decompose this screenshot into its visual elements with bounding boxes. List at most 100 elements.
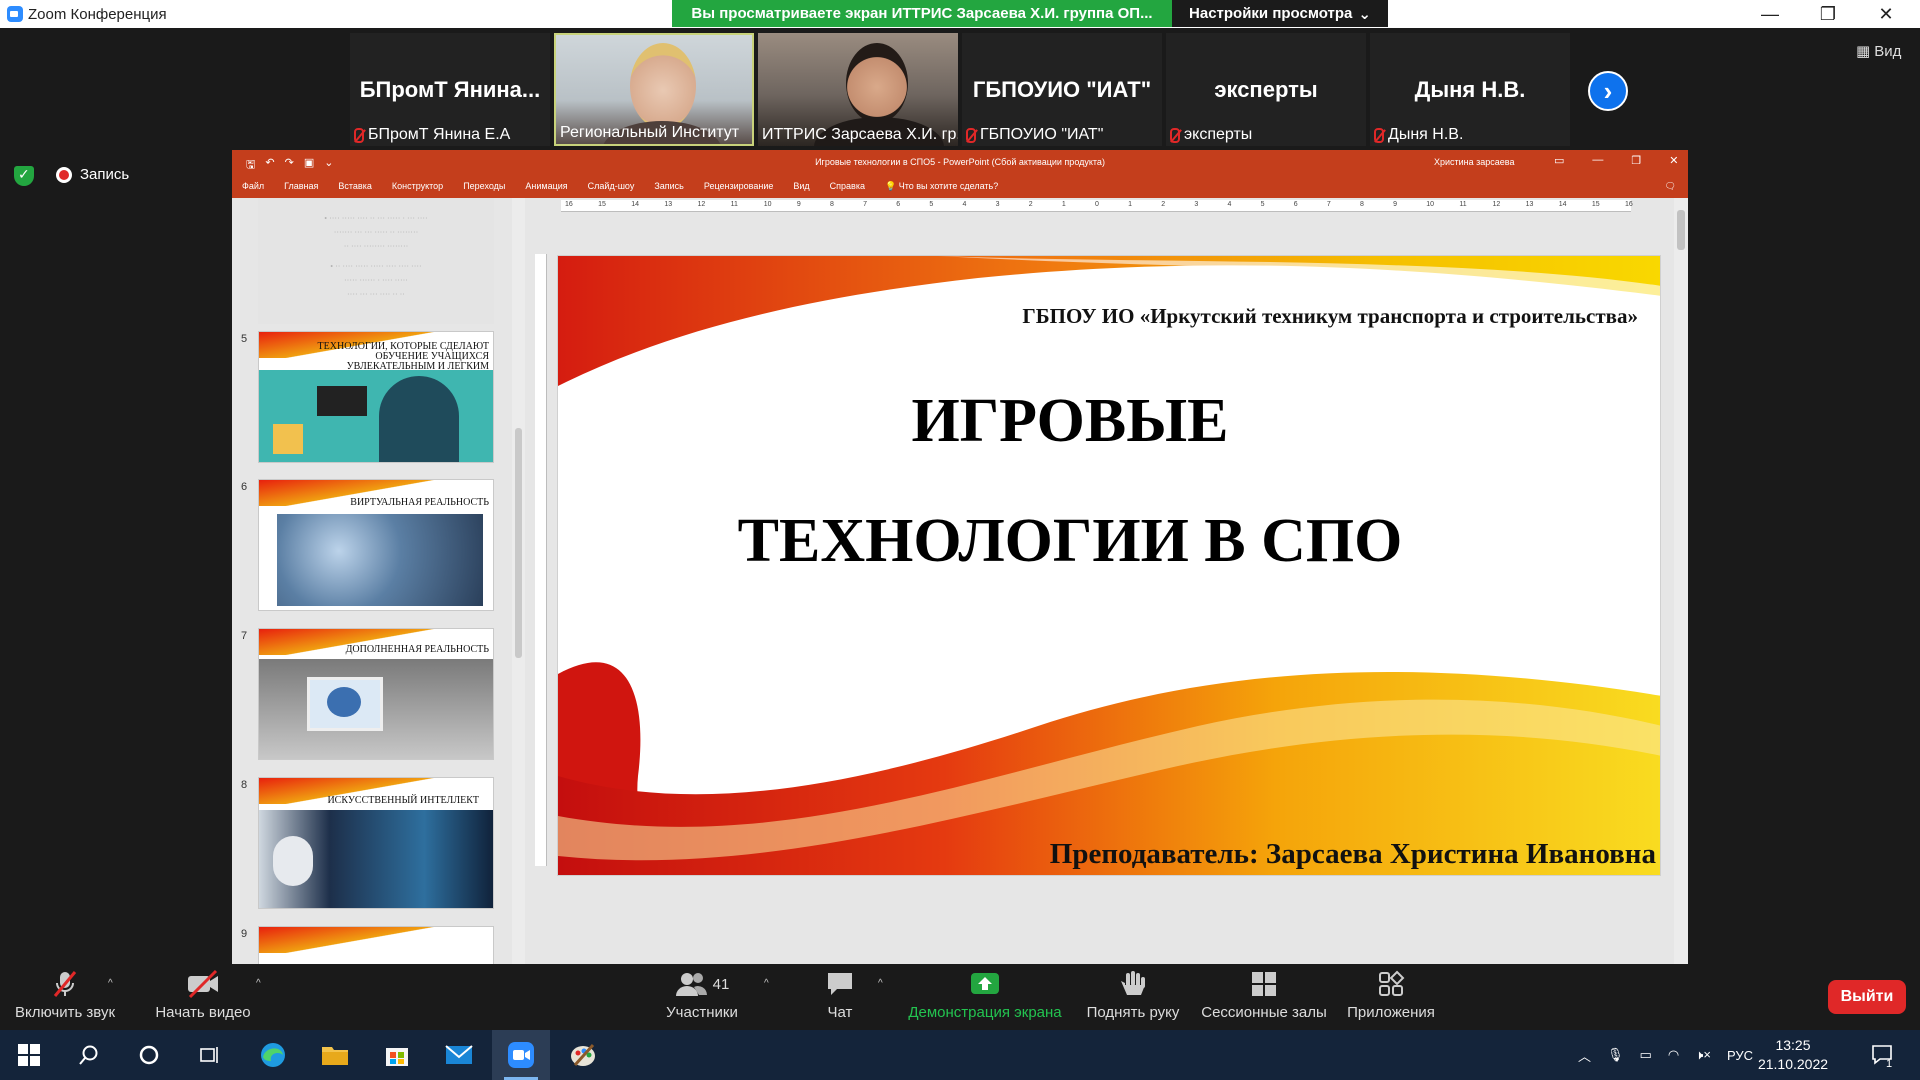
ruler-tick-label: 1 <box>1128 201 1133 208</box>
participant-tile[interactable]: Дыня Н.В. Дыня Н.В. <box>1370 33 1570 146</box>
ribbon-tab-design[interactable]: Конструктор <box>392 181 443 191</box>
breakout-rooms-icon <box>1250 964 1278 1004</box>
slide-thumbnail[interactable]: ИСКУССТВЕННЫЙ ИНТЕЛЛЕКТ <box>258 777 494 909</box>
wifi-icon[interactable]: ◠ <box>1668 1047 1679 1063</box>
participant-label-text: БПромТ Янина Е.А <box>368 126 511 143</box>
leave-meeting-button[interactable]: Выйти <box>1828 980 1906 1014</box>
participant-tile[interactable]: эксперты эксперты <box>1166 33 1366 146</box>
slide-organization: ГБПОУ ИО «Иркутский техникум транспорта … <box>1022 304 1638 328</box>
recording-label: Запись <box>80 166 130 183</box>
ribbon-tab-help[interactable]: Справка <box>830 181 865 191</box>
slide-title-line2: ТЕХНОЛОГИИ В СПО <box>737 507 1403 575</box>
mic-muted-icon <box>1374 127 1384 143</box>
system-tray: ︿ 🎙 ▭ ◠ 🕨× РУС <box>1578 1030 1753 1080</box>
taskbar-file-explorer[interactable] <box>306 1030 364 1080</box>
editor-scrollbar[interactable] <box>1674 198 1688 964</box>
thumbnail-scrollbar[interactable] <box>512 198 525 964</box>
minimize-window-button[interactable]: — <box>1742 0 1798 28</box>
audio-options-caret-icon[interactable]: ^ <box>108 978 113 989</box>
restore-window-button[interactable]: ❐ <box>1800 0 1856 28</box>
taskbar-mail[interactable] <box>430 1030 488 1080</box>
view-options-button[interactable]: Настройки просмотра ⌄ <box>1172 0 1388 27</box>
scrollbar-thumb[interactable] <box>1677 210 1685 250</box>
participants-button[interactable]: 41 Участники <box>656 964 748 1030</box>
battery-icon[interactable]: ▭ <box>1640 1047 1652 1063</box>
restore-icon[interactable]: ❐ <box>1631 154 1641 167</box>
taskbar-clock[interactable]: 13:25 21.10.2022 <box>1756 1036 1830 1074</box>
ruler-tick-label: 12 <box>1492 201 1501 208</box>
ribbon-tab-file[interactable]: Файл <box>242 181 264 191</box>
horizontal-ruler: 16 15 14 13 12 11 10 9 8 7 6 5 4 3 2 1 0 1 2 3 4 5 6 7 8 9 10 11 12 1… <box>561 200 1633 212</box>
search-button[interactable] <box>60 1030 118 1080</box>
ruler-tick-label: 6 <box>1293 201 1298 208</box>
minimize-icon[interactable]: — <box>1592 154 1603 167</box>
encryption-shield-icon[interactable] <box>14 166 34 186</box>
action-center-button[interactable]: 1 <box>1854 1030 1912 1080</box>
ribbon-tab-home[interactable]: Главная <box>284 181 318 191</box>
close-icon[interactable]: ✕ <box>1669 154 1678 167</box>
ribbon-tab-view[interactable]: Вид <box>793 181 809 191</box>
slide-thumbnail[interactable]: • ···· ····· ···· ·· ··· ····· · ··· ···… <box>258 198 494 324</box>
ribbon-tab-insert[interactable]: Вставка <box>338 181 371 191</box>
comments-icon[interactable]: 🗨 <box>1665 181 1676 192</box>
ribbon-tab-slideshow[interactable]: Слайд-шоу <box>588 181 635 191</box>
ribbon-tab-review[interactable]: Рецензирование <box>704 181 774 191</box>
cortana-button[interactable] <box>120 1030 178 1080</box>
thumbnail-number: 9 <box>241 928 248 940</box>
thumbnail-caption: ДОПОЛНЕННАЯ РЕАЛЬНОСТЬ <box>345 644 489 655</box>
input-language[interactable]: РУС <box>1727 1048 1753 1063</box>
participant-video-tile[interactable]: Региональный Институт <box>554 33 754 146</box>
participant-video-tile[interactable]: ИТТРИС Зарсаева Х.И. гр... <box>758 33 958 146</box>
start-video-button[interactable]: Начать видео <box>148 964 258 1030</box>
raise-hand-button[interactable]: Поднять руку <box>1082 964 1184 1030</box>
microphone-icon[interactable]: 🎙 <box>1607 1047 1624 1063</box>
apps-button[interactable]: Приложения <box>1344 964 1438 1030</box>
gallery-next-button[interactable]: › <box>1588 71 1628 111</box>
ribbon-tab-transitions[interactable]: Переходы <box>463 181 505 191</box>
ribbon-display-icon[interactable]: ▭ <box>1554 154 1564 167</box>
slide-thumbnail[interactable]: ТЕХНОЛОГИИ, КОТОРЫЕ СДЕЛАЮТ ОБУЧЕНИЕ УЧА… <box>258 331 494 463</box>
slide-thumbnail[interactable]: ДОПОЛНЕННАЯ РЕАЛЬНОСТЬ <box>258 628 494 760</box>
ruler-tick-label: 3 <box>995 201 1000 208</box>
start-button[interactable] <box>0 1030 58 1080</box>
volume-muted-icon[interactable]: 🕨× <box>1695 1047 1711 1063</box>
tell-me-search[interactable]: 💡 Что вы хотите сделать? <box>885 181 998 192</box>
chat-options-caret-icon[interactable]: ^ <box>878 978 883 989</box>
breakout-rooms-button[interactable]: Сессионные залы <box>1200 964 1328 1030</box>
ruler-tick-label: 9 <box>796 201 801 208</box>
ribbon-tab-animations[interactable]: Анимация <box>525 181 567 191</box>
thumbnail-number: 6 <box>241 481 248 493</box>
close-window-button[interactable]: ✕ <box>1858 0 1914 28</box>
slide-thumbnail[interactable] <box>258 926 494 964</box>
ruler-tick-label: 16 <box>1625 201 1633 208</box>
participant-label: Региональный Институт <box>560 124 739 142</box>
task-view-button[interactable] <box>180 1030 238 1080</box>
share-screen-button[interactable]: Демонстрация экрана <box>904 964 1066 1030</box>
chat-button[interactable]: Чат <box>810 964 870 1030</box>
ribbon-tab-record[interactable]: Запись <box>654 181 684 191</box>
recording-indicator[interactable]: Запись <box>56 166 129 183</box>
tell-me-label: Что вы хотите сделать? <box>898 180 999 191</box>
show-hidden-icons-icon[interactable]: ︿ <box>1578 1046 1591 1065</box>
slide-thumbnail[interactable]: ВИРТУАЛЬНАЯ РЕАЛЬНОСТЬ <box>258 479 494 611</box>
taskbar-store[interactable] <box>368 1030 426 1080</box>
mic-muted-icon <box>50 964 80 1004</box>
share-screen-icon <box>969 964 1001 1004</box>
participant-label: Дыня Н.В. <box>1374 126 1463 144</box>
scrollbar-thumb[interactable] <box>515 428 522 658</box>
ruler-tick-label: 8 <box>830 201 834 208</box>
start-video-label: Начать видео <box>155 1004 251 1021</box>
participant-tile[interactable]: ГБПОУИО "ИАТ" ГБПОУИО "ИАТ" <box>962 33 1162 146</box>
taskbar-paint[interactable] <box>554 1030 612 1080</box>
participants-options-caret-icon[interactable]: ^ <box>764 978 769 989</box>
current-slide[interactable]: ГБПОУ ИО «Иркутский техникум транспорта … <box>557 255 1661 876</box>
participant-label-text: эксперты <box>1184 126 1253 143</box>
taskbar-edge[interactable] <box>244 1030 302 1080</box>
taskbar-zoom[interactable] <box>492 1030 550 1080</box>
participant-tile[interactable]: БПромТ Янина... БПромТ Янина Е.А <box>350 33 550 146</box>
ppt-title-bar: 🖫 ↶ ↷ ▣ ⌄ Игровые технологии в СПО5 - Po… <box>232 150 1688 174</box>
unmute-button[interactable]: Включить звук <box>10 964 120 1030</box>
video-options-caret-icon[interactable]: ^ <box>256 978 261 989</box>
ruler-tick-label: 13 <box>664 201 673 208</box>
view-button[interactable]: ▦ Вид <box>1856 42 1901 61</box>
